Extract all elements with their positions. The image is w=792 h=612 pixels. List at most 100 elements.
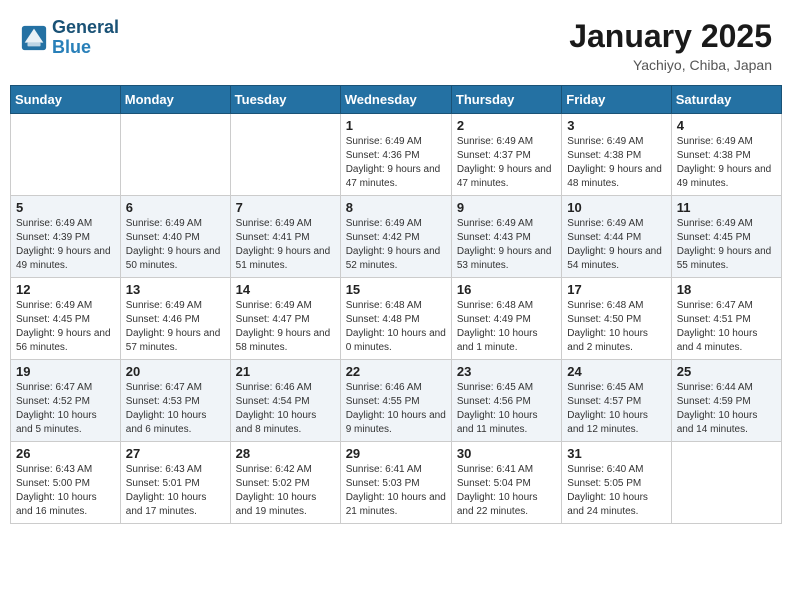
calendar-cell: 6 Sunrise: 6:49 AM Sunset: 4:40 PM Daylig… bbox=[120, 196, 230, 278]
day-number: 24 bbox=[567, 364, 665, 379]
day-info: Sunrise: 6:44 AM Sunset: 4:59 PM Dayligh… bbox=[677, 381, 776, 437]
calendar-cell: 12 Sunrise: 6:49 AM Sunset: 4:45 PM Dayli… bbox=[11, 278, 121, 360]
day-number: 5 bbox=[16, 200, 115, 215]
calendar-cell: 26Sunrise: 6:43 AM Sunset: 5:00 PM Dayli… bbox=[11, 442, 121, 524]
calendar-cell: 19Sunrise: 6:47 AM Sunset: 4:52 PM Dayli… bbox=[11, 360, 121, 442]
day-info: Sunrise: 6:45 AM Sunset: 4:57 PM Dayligh… bbox=[567, 381, 665, 437]
day-number: 15 bbox=[346, 282, 446, 297]
weekday-header: Tuesday bbox=[230, 86, 340, 114]
day-info: Sunrise: 6:48 AM Sunset: 4:50 PM Dayligh… bbox=[567, 299, 665, 355]
page-header: General Blue January 2025 Yachiyo, Chiba… bbox=[10, 10, 782, 85]
logo-icon bbox=[20, 24, 48, 52]
day-number: 16 bbox=[457, 282, 556, 297]
day-info: Sunrise: 6:48 AM Sunset: 4:48 PM Dayligh… bbox=[346, 299, 446, 355]
day-number: 14 bbox=[236, 282, 335, 297]
day-number: 7 bbox=[236, 200, 335, 215]
calendar-cell: 5Sunrise: 6:49 AM Sunset: 4:39 PM Daylig… bbox=[11, 196, 121, 278]
day-number: 3 bbox=[567, 118, 665, 133]
calendar-week-row: 1Sunrise: 6:49 AM Sunset: 4:36 PM Daylig… bbox=[11, 114, 782, 196]
calendar-cell: 2Sunrise: 6:49 AM Sunset: 4:37 PM Daylig… bbox=[451, 114, 561, 196]
calendar-cell: 23 Sunrise: 6:45 AM Sunset: 4:56 PM Dayli… bbox=[451, 360, 561, 442]
day-number: 21 bbox=[236, 364, 335, 379]
weekday-header: Wednesday bbox=[340, 86, 451, 114]
day-info: Sunrise: 6:41 AM Sunset: 5:04 PM Dayligh… bbox=[457, 463, 556, 519]
logo-text: General Blue bbox=[52, 18, 119, 58]
calendar-cell: 17 Sunrise: 6:48 AM Sunset: 4:50 PM Dayli… bbox=[562, 278, 671, 360]
title-block: January 2025 Yachiyo, Chiba, Japan bbox=[569, 18, 772, 73]
weekday-header: Thursday bbox=[451, 86, 561, 114]
calendar-cell: 10 Sunrise: 6:49 AM Sunset: 4:44 PM Dayli… bbox=[562, 196, 671, 278]
day-number: 2 bbox=[457, 118, 556, 133]
weekday-header: Sunday bbox=[11, 86, 121, 114]
day-info: Sunrise: 6:46 AM Sunset: 4:54 PM Dayligh… bbox=[236, 381, 335, 437]
calendar-cell: 8 Sunrise: 6:49 AM Sunset: 4:42 PM Daylig… bbox=[340, 196, 451, 278]
day-number: 9 bbox=[457, 200, 556, 215]
day-number: 17 bbox=[567, 282, 665, 297]
day-number: 23 bbox=[457, 364, 556, 379]
calendar-cell: 4 Sunrise: 6:49 AM Sunset: 4:38 PM Daylig… bbox=[671, 114, 781, 196]
calendar-cell bbox=[11, 114, 121, 196]
calendar-cell: 24 Sunrise: 6:45 AM Sunset: 4:57 PM Dayli… bbox=[562, 360, 671, 442]
calendar-cell: 3 Sunrise: 6:49 AM Sunset: 4:38 PM Daylig… bbox=[562, 114, 671, 196]
day-info: Sunrise: 6:40 AM Sunset: 5:05 PM Dayligh… bbox=[567, 463, 665, 519]
day-number: 18 bbox=[677, 282, 776, 297]
month-title: January 2025 bbox=[569, 18, 772, 55]
day-number: 4 bbox=[677, 118, 776, 133]
day-info: Sunrise: 6:43 AM Sunset: 5:01 PM Dayligh… bbox=[126, 463, 225, 519]
location: Yachiyo, Chiba, Japan bbox=[569, 57, 772, 73]
calendar-week-row: 19Sunrise: 6:47 AM Sunset: 4:52 PM Dayli… bbox=[11, 360, 782, 442]
calendar-cell: 13 Sunrise: 6:49 AM Sunset: 4:46 PM Dayli… bbox=[120, 278, 230, 360]
day-number: 29 bbox=[346, 446, 446, 461]
logo: General Blue bbox=[20, 18, 119, 58]
day-info: Sunrise: 6:49 AM Sunset: 4:45 PM Dayligh… bbox=[677, 217, 776, 273]
day-number: 28 bbox=[236, 446, 335, 461]
day-number: 10 bbox=[567, 200, 665, 215]
calendar-cell: 22Sunrise: 6:46 AM Sunset: 4:55 PM Dayli… bbox=[340, 360, 451, 442]
day-info: Sunrise: 6:49 AM Sunset: 4:45 PM Dayligh… bbox=[16, 299, 115, 355]
day-number: 13 bbox=[126, 282, 225, 297]
weekday-header: Monday bbox=[120, 86, 230, 114]
calendar-cell: 9 Sunrise: 6:49 AM Sunset: 4:43 PM Daylig… bbox=[451, 196, 561, 278]
day-info: Sunrise: 6:49 AM Sunset: 4:43 PM Dayligh… bbox=[457, 217, 556, 273]
day-info: Sunrise: 6:49 AM Sunset: 4:44 PM Dayligh… bbox=[567, 217, 665, 273]
day-number: 11 bbox=[677, 200, 776, 215]
calendar-table: SundayMondayTuesdayWednesdayThursdayFrid… bbox=[10, 85, 782, 524]
day-number: 27 bbox=[126, 446, 225, 461]
day-number: 30 bbox=[457, 446, 556, 461]
day-number: 8 bbox=[346, 200, 446, 215]
calendar-cell: 7 Sunrise: 6:49 AM Sunset: 4:41 PM Daylig… bbox=[230, 196, 340, 278]
weekday-header: Friday bbox=[562, 86, 671, 114]
calendar-week-row: 26Sunrise: 6:43 AM Sunset: 5:00 PM Dayli… bbox=[11, 442, 782, 524]
day-info: Sunrise: 6:49 AM Sunset: 4:36 PM Dayligh… bbox=[346, 135, 446, 191]
calendar-cell: 30 Sunrise: 6:41 AM Sunset: 5:04 PM Dayli… bbox=[451, 442, 561, 524]
calendar-cell: 16 Sunrise: 6:48 AM Sunset: 4:49 PM Dayli… bbox=[451, 278, 561, 360]
day-number: 12 bbox=[16, 282, 115, 297]
day-number: 22 bbox=[346, 364, 446, 379]
day-info: Sunrise: 6:47 AM Sunset: 4:52 PM Dayligh… bbox=[16, 381, 115, 437]
calendar-cell: 15 Sunrise: 6:48 AM Sunset: 4:48 PM Dayli… bbox=[340, 278, 451, 360]
day-info: Sunrise: 6:48 AM Sunset: 4:49 PM Dayligh… bbox=[457, 299, 556, 355]
calendar-cell: 1Sunrise: 6:49 AM Sunset: 4:36 PM Daylig… bbox=[340, 114, 451, 196]
day-number: 20 bbox=[126, 364, 225, 379]
calendar-cell bbox=[230, 114, 340, 196]
calendar-cell: 21 Sunrise: 6:46 AM Sunset: 4:54 PM Dayli… bbox=[230, 360, 340, 442]
calendar-cell: 31Sunrise: 6:40 AM Sunset: 5:05 PM Dayli… bbox=[562, 442, 671, 524]
weekday-header-row: SundayMondayTuesdayWednesdayThursdayFrid… bbox=[11, 86, 782, 114]
calendar-cell: 27 Sunrise: 6:43 AM Sunset: 5:01 PM Dayli… bbox=[120, 442, 230, 524]
day-info: Sunrise: 6:49 AM Sunset: 4:41 PM Dayligh… bbox=[236, 217, 335, 273]
day-info: Sunrise: 6:49 AM Sunset: 4:40 PM Dayligh… bbox=[126, 217, 225, 273]
calendar-cell: 29Sunrise: 6:41 AM Sunset: 5:03 PM Dayli… bbox=[340, 442, 451, 524]
calendar-cell bbox=[671, 442, 781, 524]
day-number: 6 bbox=[126, 200, 225, 215]
day-info: Sunrise: 6:42 AM Sunset: 5:02 PM Dayligh… bbox=[236, 463, 335, 519]
day-info: Sunrise: 6:49 AM Sunset: 4:47 PM Dayligh… bbox=[236, 299, 335, 355]
day-info: Sunrise: 6:49 AM Sunset: 4:38 PM Dayligh… bbox=[677, 135, 776, 191]
day-info: Sunrise: 6:49 AM Sunset: 4:46 PM Dayligh… bbox=[126, 299, 225, 355]
calendar-cell: 14 Sunrise: 6:49 AM Sunset: 4:47 PM Dayli… bbox=[230, 278, 340, 360]
day-info: Sunrise: 6:45 AM Sunset: 4:56 PM Dayligh… bbox=[457, 381, 556, 437]
calendar-cell: 18 Sunrise: 6:47 AM Sunset: 4:51 PM Dayli… bbox=[671, 278, 781, 360]
day-info: Sunrise: 6:49 AM Sunset: 4:42 PM Dayligh… bbox=[346, 217, 446, 273]
day-info: Sunrise: 6:49 AM Sunset: 4:38 PM Dayligh… bbox=[567, 135, 665, 191]
calendar-week-row: 5Sunrise: 6:49 AM Sunset: 4:39 PM Daylig… bbox=[11, 196, 782, 278]
day-info: Sunrise: 6:47 AM Sunset: 4:51 PM Dayligh… bbox=[677, 299, 776, 355]
